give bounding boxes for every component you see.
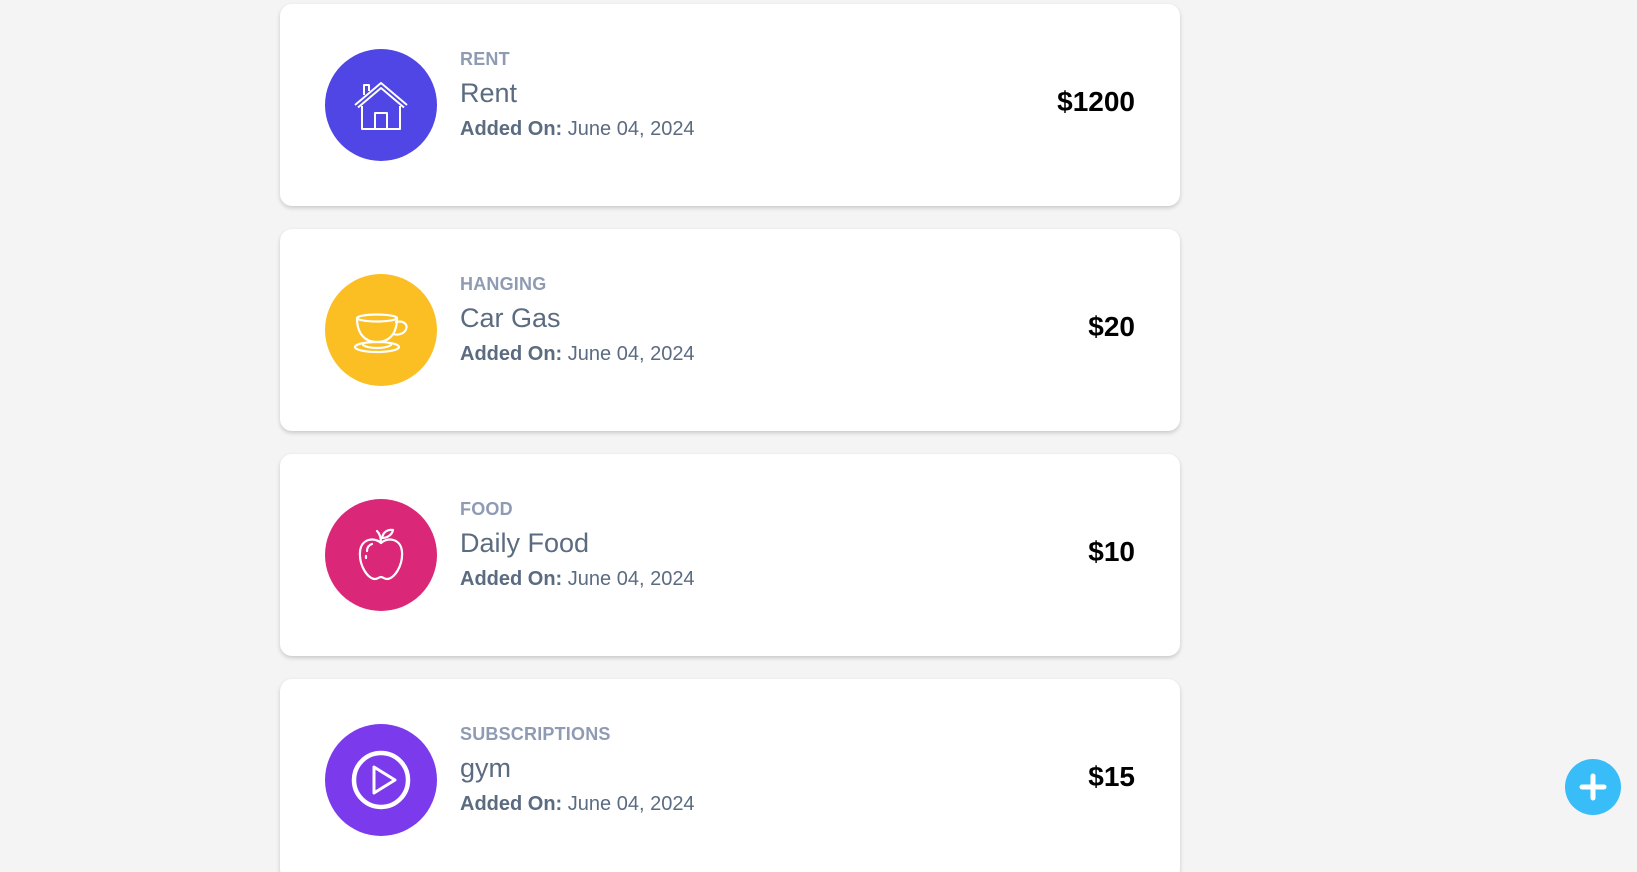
added-on-label: Added On:: [460, 118, 563, 140]
added-on-date: June 04, 2024: [567, 793, 695, 815]
expenses-page: RENT Rent Added On: June 04, 2024 $1200: [0, 0, 1637, 872]
added-on-label: Added On:: [460, 343, 563, 365]
expense-amount: $1200: [1057, 86, 1135, 117]
expense-name: gym: [460, 753, 512, 783]
added-on-date: June 04, 2024: [567, 118, 695, 140]
expense-card-car-gas[interactable]: HANGING Car Gas Added On: June 04, 2024 …: [280, 229, 1180, 431]
add-expense-button[interactable]: [1565, 759, 1621, 815]
expense-amount: $10: [1088, 536, 1135, 567]
play-icon: [351, 750, 411, 810]
expense-details: SUBSCRIPTIONS gym Added On: June 04, 202…: [460, 723, 695, 817]
expense-details: RENT Rent Added On: June 04, 2024: [460, 48, 695, 142]
added-on-date: June 04, 2024: [567, 343, 695, 365]
expense-list: RENT Rent Added On: June 04, 2024 $1200: [280, 4, 1180, 872]
expense-name: Rent: [460, 78, 518, 108]
expense-category: RENT: [460, 49, 510, 69]
expense-details: HANGING Car Gas Added On: June 04, 2024: [460, 273, 695, 367]
expense-card-gym[interactable]: SUBSCRIPTIONS gym Added On: June 04, 202…: [280, 679, 1180, 872]
added-on-row: Added On: June 04, 2024: [460, 791, 695, 817]
category-icon-circle: [325, 49, 437, 161]
category-icon-circle: [325, 274, 437, 386]
coffee-cup-icon: [353, 313, 408, 354]
category-icon-circle: [325, 499, 437, 611]
apple-icon: [358, 528, 404, 581]
added-on-label: Added On:: [460, 793, 563, 815]
expense-card-daily-food[interactable]: FOOD Daily Food Added On: June 04, 2024 …: [280, 454, 1180, 656]
added-on-date: June 04, 2024: [567, 568, 695, 590]
expense-category: SUBSCRIPTIONS: [460, 724, 611, 744]
house-icon: [354, 82, 408, 130]
added-on-label: Added On:: [460, 568, 563, 590]
expense-category: FOOD: [460, 499, 513, 519]
expense-category: HANGING: [460, 274, 547, 294]
expense-amount: $15: [1088, 761, 1135, 792]
expense-details: FOOD Daily Food Added On: June 04, 2024: [460, 498, 695, 592]
category-icon-circle: [325, 724, 437, 836]
expense-card-rent[interactable]: RENT Rent Added On: June 04, 2024 $1200: [280, 4, 1180, 206]
plus-icon: [1579, 773, 1607, 801]
added-on-row: Added On: June 04, 2024: [460, 341, 695, 367]
expense-name: Daily Food: [460, 528, 590, 558]
expense-name: Car Gas: [460, 303, 561, 333]
added-on-row: Added On: June 04, 2024: [460, 566, 695, 592]
expense-amount: $20: [1088, 311, 1135, 342]
added-on-row: Added On: June 04, 2024: [460, 116, 695, 142]
